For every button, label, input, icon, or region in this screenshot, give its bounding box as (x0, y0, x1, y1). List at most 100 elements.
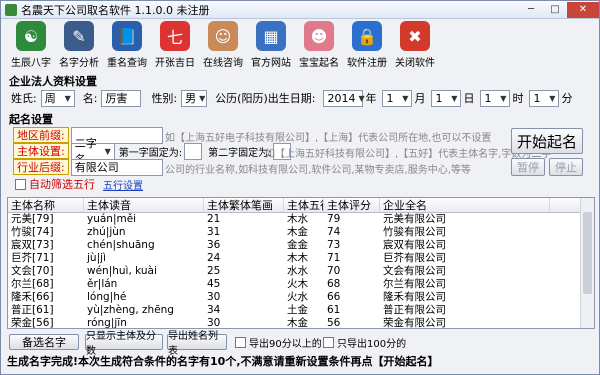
region-label: 地区前缀: (13, 127, 69, 143)
export-90-checkbox[interactable] (235, 336, 246, 348)
table-cell: 巨芥[71] (11, 252, 54, 264)
table-cell: 21 (207, 213, 221, 225)
table-row[interactable]: 宸双[73] chén|shuāng 36 金金 73 宸双有限公司 (8, 239, 594, 252)
toolbar-button-7[interactable]: 🔒 软件注册 (343, 21, 391, 71)
industry-input[interactable]: 有限公司 (70, 158, 163, 176)
table-cell: 木金 (287, 226, 308, 238)
column-header[interactable]: 主体繁体笔画 (204, 198, 284, 212)
toolbar-button-1[interactable]: ✎ 名字分析 (55, 21, 103, 71)
table-cell: 火水 (287, 291, 308, 303)
toolbar-button-3[interactable]: 七开张吉日 (151, 21, 199, 71)
table-cell: 66 (327, 291, 341, 303)
auto-filter-row: 自动筛选五行 五行设置 (15, 175, 143, 193)
table-cell: 25 (207, 265, 221, 277)
first-fixed-input[interactable] (184, 142, 203, 160)
stop-button[interactable]: 停止 (549, 158, 583, 176)
table-row[interactable]: 文会[70] wén|huì, kuài 25 水水 70 文会有限公司 (8, 265, 594, 278)
year-select[interactable]: 2014 ▼ (323, 89, 365, 107)
day-unit: 日 (463, 92, 475, 105)
table-cell: 荣金有限公司 (383, 317, 446, 329)
table-cell: 普正有限公司 (383, 304, 446, 316)
table-row[interactable]: 巨芥[71] jù|jì 24 木木 71 巨芥有限公司 (8, 252, 594, 265)
toolbar-label: 重名查询 (107, 58, 147, 69)
subject-hint: 如【上海五好科技有限公司】,【五好】代表主体名字,字数为二字 (265, 149, 552, 160)
operator-icon: ☺ (208, 21, 238, 51)
vertical-scrollbar[interactable] (580, 198, 594, 328)
table-cell: 元美有限公司 (383, 213, 446, 225)
table-cell: 木木 (287, 252, 308, 264)
toolbar-button-0[interactable]: ☯ 生辰八字 (7, 21, 55, 71)
surname-select[interactable]: 周 ▼ (40, 89, 75, 107)
name-input[interactable]: 厉害 (101, 89, 142, 107)
results-table[interactable]: 主体名称主体读音主体繁体笔画主体五行主体评分企业全名 元美[79] yuán|mě… (7, 197, 595, 329)
column-header[interactable]: 主体五行 (284, 198, 324, 212)
five-elements-link[interactable]: 五行设置 (103, 177, 143, 192)
maximize-button[interactable]: □ (543, 2, 567, 18)
industry-label: 行业后缀: (13, 159, 69, 175)
table-cell: 巨芥有限公司 (383, 252, 446, 264)
toolbar-button-4[interactable]: ☺ 在线咨询 (199, 21, 247, 71)
table-cell: 宸双有限公司 (383, 239, 446, 251)
show-subject-button[interactable]: 只显示主体及分数 (85, 331, 163, 357)
gender-label: 性别: (151, 92, 178, 105)
backup-names-button[interactable]: 备选名字 (9, 334, 79, 350)
minimize-button[interactable]: ─ (519, 2, 543, 18)
toolbar-label: 名字分析 (59, 58, 99, 69)
toolbar-label: 宝宝起名 (299, 58, 339, 69)
calendar-icon: 七 (160, 21, 190, 51)
day-select[interactable]: 1 ▼ (431, 89, 462, 107)
table-row[interactable]: 隆禾[66] lóng|hé 30 火水 66 隆禾有限公司 (8, 291, 594, 304)
table-row[interactable]: 元美[79] yuán|měi 21 木水 79 元美有限公司 (8, 213, 594, 226)
subject-select[interactable]: 二字名▼ (70, 137, 115, 166)
month-unit: 月 (414, 92, 426, 105)
table-cell: 水水 (287, 265, 308, 277)
hour-unit: 时 (512, 92, 524, 105)
column-header[interactable]: 主体评分 (324, 198, 380, 212)
toolbar-button-6[interactable]: ☻ 宝宝起名 (295, 21, 343, 71)
toolbar: ☯ 生辰八字 ✎ 名字分析 📘 重名查询七开张吉日 ☺ 在线咨询 ▦ 官方网站 ☻ 宝宝起名 🔒 软件注册… (1, 19, 599, 71)
table-cell: jù|jì (87, 252, 106, 264)
birth-label: 公历(阳历)出生日期: (215, 92, 316, 105)
pause-button[interactable]: 暂停 (511, 158, 545, 176)
export-90-row: 导出90分以上的 (235, 333, 322, 351)
industry-hint: 公司的行业名称,如科技有限公司,软件公司,某物专卖店,服务中心,等等 (165, 165, 471, 176)
table-cell: 普正[61] (11, 304, 54, 316)
scroll-thumb[interactable] (583, 212, 592, 294)
toolbar-button-5[interactable]: ▦ 官方网站 (247, 21, 295, 71)
table-cell: 尔兰有限公司 (383, 278, 446, 290)
column-header[interactable]: 企业全名 (380, 198, 550, 212)
table-body: 元美[79] yuán|měi 21 木水 79 元美有限公司 竹骏[74] zhú|jùn 3… (8, 213, 594, 329)
table-cell: 文会[70] (11, 265, 54, 277)
main-window: 名震天下公司取名软件 1.1.0.0 未注册 ─ □ ✕ ☯ 生辰八字 ✎ 名字分析 📘… (0, 0, 600, 375)
table-cell: 竹骏有限公司 (383, 226, 446, 238)
close-button[interactable]: ✕ (567, 1, 599, 18)
toolbar-button-8[interactable]: ✖ 关闭软件 (391, 21, 439, 71)
hour-select[interactable]: 1 ▼ (480, 89, 511, 107)
app-icon (5, 3, 17, 16)
first-fixed-label: 第一字固定为: (118, 147, 183, 159)
month-select[interactable]: 1 ▼ (382, 89, 413, 107)
table-cell: 隆禾有限公司 (383, 291, 446, 303)
table-cell: 金金 (287, 239, 308, 251)
column-header[interactable]: 主体名称 (8, 198, 84, 212)
gender-select[interactable]: 男 ▼ (181, 89, 208, 107)
table-cell: 宸双[73] (11, 239, 54, 251)
table-cell: 文会有限公司 (383, 265, 446, 277)
auto-filter-checkbox[interactable] (15, 178, 26, 190)
window-title: 名震天下公司取名软件 1.1.0.0 未注册 (21, 3, 210, 17)
table-row[interactable]: 普正[61] yù|zhèng, zhēng 34 土金 61 普正有限公司 (8, 304, 594, 317)
minute-select[interactable]: 1 ▼ (529, 89, 560, 107)
table-cell: 36 (207, 239, 221, 251)
table-cell: 79 (327, 213, 341, 225)
table-cell: 土金 (287, 304, 308, 316)
column-header[interactable]: 主体读音 (84, 198, 204, 212)
export-100-label: 只导出100分的 (337, 338, 407, 350)
corp-section-title: 企业法人资料设置 (9, 75, 97, 88)
table-row[interactable]: 竹骏[74] zhú|jùn 31 木金 74 竹骏有限公司 (8, 226, 594, 239)
export-100-checkbox[interactable] (323, 336, 334, 348)
export-names-button[interactable]: 导出姓名列表 (167, 331, 227, 357)
auto-filter-label: 自动筛选五行 (29, 178, 95, 191)
toolbar-button-2[interactable]: 📘 重名查询 (103, 21, 151, 71)
table-row[interactable]: 尔兰[68] ěr|lán 45 火木 68 尔兰有限公司 (8, 278, 594, 291)
start-naming-button[interactable]: 开始起名 (511, 128, 583, 154)
